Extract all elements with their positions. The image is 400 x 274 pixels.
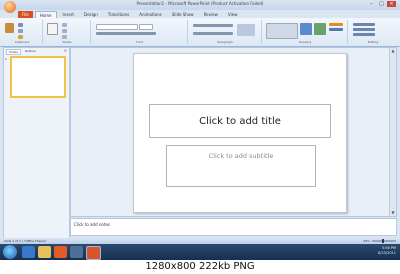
list-buttons[interactable] [193, 24, 233, 27]
group-drawing: Drawing [263, 20, 348, 44]
maximize-button[interactable]: □ [377, 1, 386, 7]
slide-info: Slide 1 of 1 [4, 239, 21, 243]
zoom-knob[interactable] [382, 239, 384, 243]
group-label: Clipboard [14, 40, 30, 44]
ribbon: Clipboard Slides Font Paragraph Drawing … [0, 18, 400, 47]
notes-pane[interactable]: Click to add notes [70, 218, 397, 236]
tab-slides[interactable]: Slides [6, 49, 21, 55]
group-label: Slides [62, 40, 72, 44]
group-label: Editing [367, 40, 379, 44]
shapes-gallery[interactable] [266, 23, 298, 39]
format-painter-icon[interactable] [18, 35, 23, 39]
font-size-select[interactable] [139, 24, 153, 30]
slide-thumbnail[interactable] [10, 56, 66, 98]
vertical-scrollbar[interactable]: ▲ ▼ [389, 48, 396, 216]
copy-icon[interactable] [18, 29, 23, 33]
explorer-icon[interactable] [38, 246, 51, 258]
quick-styles-icon[interactable] [314, 23, 326, 35]
cut-icon[interactable] [18, 23, 23, 27]
system-tray: 3:56 PM 8/25/2011 [378, 246, 396, 256]
zoom-slider[interactable] [372, 239, 396, 243]
taskbar: 3:56 PM 8/25/2011 [0, 244, 400, 260]
group-label: Font [136, 40, 143, 44]
text-direction-icon[interactable] [237, 24, 255, 36]
image-caption: 1280x800 222kb PNG [0, 260, 400, 274]
view-controls: 69% [363, 239, 396, 243]
theme-name: "Office Theme" [23, 239, 47, 243]
title-placeholder[interactable]: Click to add title [149, 104, 331, 138]
window-title: Presentation1 - Microsoft PowerPoint (Pr… [136, 1, 264, 6]
paste-icon[interactable] [5, 23, 14, 33]
new-slide-icon[interactable] [47, 23, 58, 35]
group-paragraph: Paragraph [189, 20, 262, 44]
select-icon[interactable] [353, 33, 375, 36]
tab-animations[interactable]: Animations [135, 11, 165, 18]
group-editing: Editing [349, 20, 397, 44]
group-font: Font [92, 20, 188, 44]
align-buttons[interactable] [193, 32, 233, 35]
subtitle-placeholder[interactable]: Click to add subtitle [166, 145, 316, 187]
replace-icon[interactable] [353, 28, 375, 31]
tab-outline[interactable]: Outline [23, 49, 38, 55]
ribbon-tabs: File Home Insert Design Transitions Anim… [18, 11, 241, 18]
slide-editing-area: Click to add title Click to add subtitle… [70, 47, 397, 217]
office-logo-icon[interactable] [4, 1, 16, 13]
app-icon[interactable] [70, 246, 83, 258]
find-icon[interactable] [353, 23, 375, 26]
tab-transitions[interactable]: Transitions [104, 11, 133, 18]
minimize-button[interactable]: – [367, 1, 376, 7]
media-player-icon[interactable] [54, 246, 67, 258]
slides-panel: Slides Outline × 1 [3, 47, 70, 241]
group-clipboard: Clipboard [2, 20, 43, 44]
clock-date[interactable]: 8/25/2011 [378, 251, 396, 256]
font-name-select[interactable] [96, 24, 138, 30]
slide-canvas: Click to add title Click to add subtitle [133, 53, 347, 213]
powerpoint-icon[interactable] [86, 246, 101, 260]
arrange-icon[interactable] [300, 23, 312, 35]
tab-file[interactable]: File [18, 11, 33, 18]
start-button-icon[interactable] [3, 245, 17, 259]
scroll-up-icon[interactable]: ▲ [390, 48, 396, 54]
tab-review[interactable]: Review [200, 11, 222, 18]
close-button[interactable]: × [387, 1, 396, 7]
section-icon[interactable] [62, 35, 67, 39]
tab-slide-show[interactable]: Slide Show [168, 11, 198, 18]
tab-home[interactable]: Home [34, 11, 57, 18]
tab-insert[interactable]: Insert [59, 11, 78, 18]
scroll-down-icon[interactable]: ▼ [390, 210, 396, 216]
panel-tabs: Slides Outline [6, 49, 38, 55]
tab-design[interactable]: Design [80, 11, 102, 18]
close-icon[interactable]: × [64, 48, 67, 53]
reset-icon[interactable] [62, 29, 67, 33]
title-bar: Presentation1 - Microsoft PowerPoint (Pr… [0, 0, 400, 10]
slide-number: 1 [5, 57, 7, 61]
tab-view[interactable]: View [224, 11, 242, 18]
group-label: Paragraph [217, 40, 233, 44]
group-slides: Slides [44, 20, 91, 44]
group-label: Drawing [298, 40, 312, 44]
ie-icon[interactable] [22, 246, 35, 258]
screenshot: Presentation1 - Microsoft PowerPoint (Pr… [0, 0, 400, 260]
layout-icon[interactable] [62, 23, 67, 27]
notes-placeholder: Click to add notes [74, 222, 110, 227]
zoom-level[interactable]: 69% [363, 239, 370, 243]
shape-fill-icon[interactable] [329, 23, 343, 26]
font-format-buttons[interactable] [96, 32, 156, 35]
shape-outline-icon[interactable] [329, 28, 343, 31]
